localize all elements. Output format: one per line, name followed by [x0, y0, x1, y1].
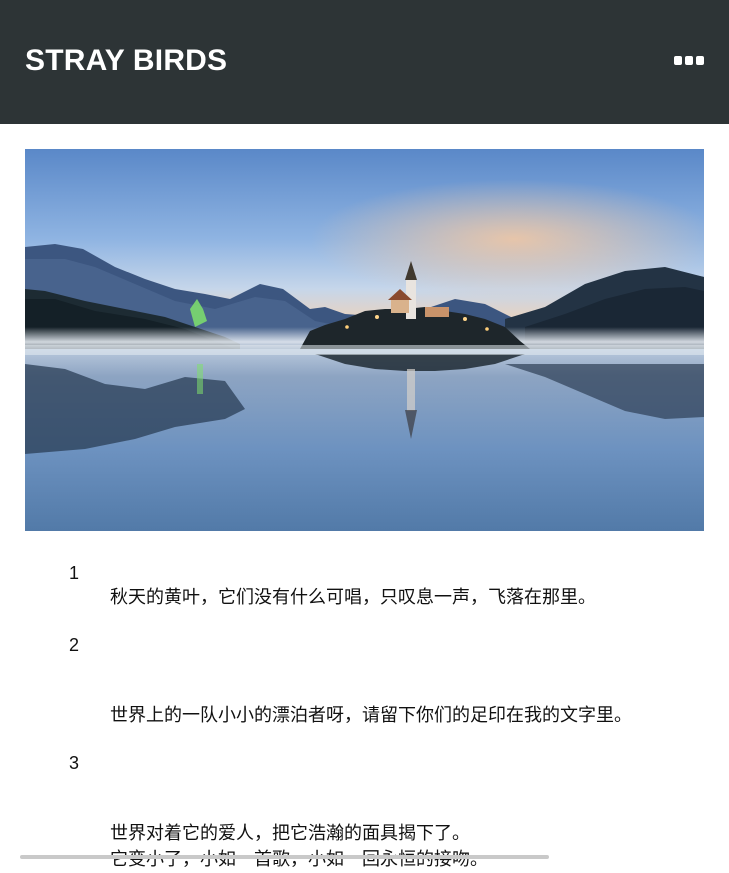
page-title: STRAY BIRDS	[25, 44, 228, 77]
poem-number: 1	[69, 563, 80, 583]
more-horizontal-icon	[674, 56, 682, 65]
poem-number: 3	[69, 753, 80, 773]
more-menu-button[interactable]	[668, 46, 712, 74]
poem-line: 世界上的一队小小的漂泊者呀，请留下你们的足印在我的文字里。	[110, 705, 632, 726]
poem-line: 它变小了，小如一首歌，小如一回永恒的接吻。	[110, 849, 488, 870]
poem-number: 2	[69, 635, 80, 655]
poem-line: 世界对着它的爱人，把它浩瀚的面具揭下了。	[110, 823, 470, 844]
hero-image	[25, 149, 704, 531]
more-horizontal-icon-dot-2	[685, 56, 693, 65]
app-header: STRAY BIRDS	[0, 0, 729, 124]
more-horizontal-icon-dot-3	[696, 56, 704, 65]
poem-line: 秋天的黄叶，它们没有什么可唱，只叹息一声，飞落在那里。	[110, 587, 596, 608]
horizontal-scrollbar[interactable]	[20, 855, 549, 859]
lake-landscape-picture	[25, 149, 704, 531]
